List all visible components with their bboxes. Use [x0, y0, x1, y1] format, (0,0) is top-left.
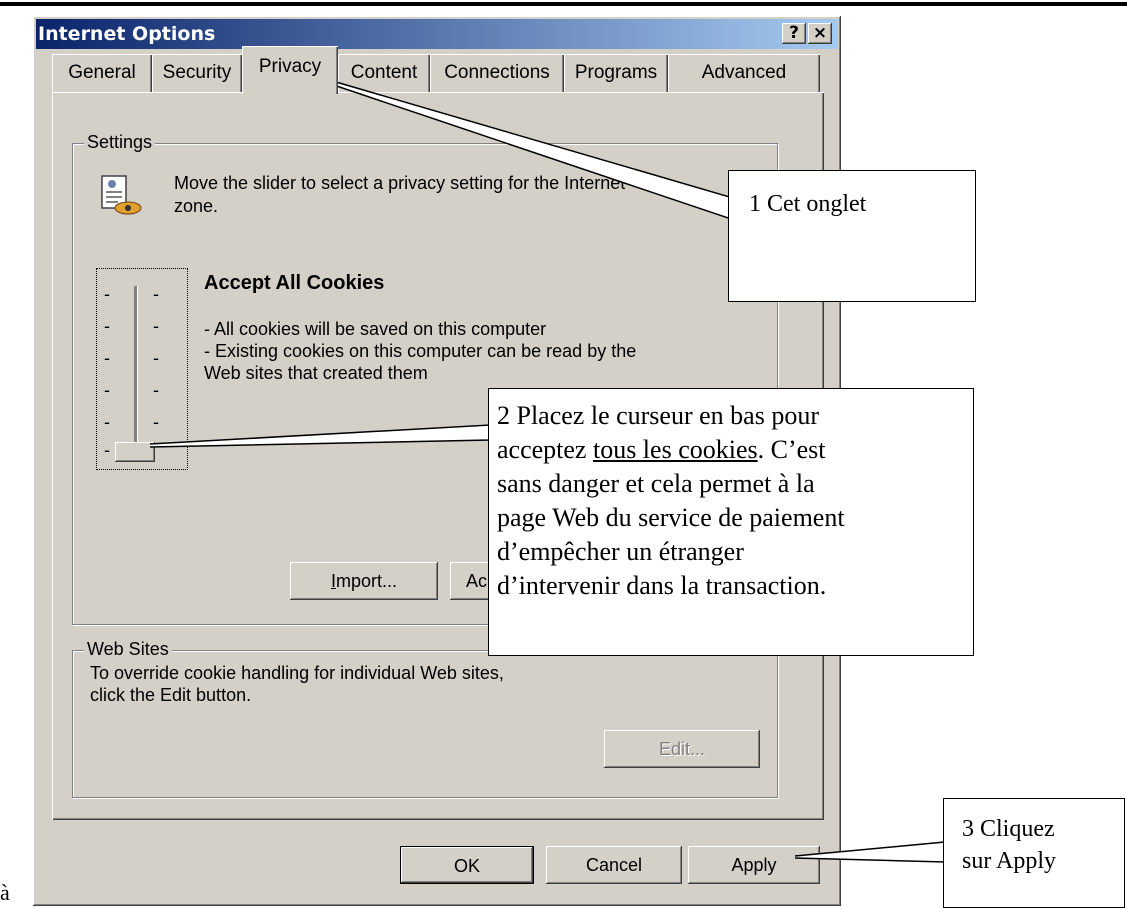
page-top-edge	[0, 0, 1127, 6]
slider-tick: -	[104, 316, 110, 336]
privacy-level-title: Accept All Cookies	[204, 272, 385, 294]
tab-connections[interactable]: Connections	[430, 54, 564, 92]
privacy-desc-line3: Web sites that created them	[204, 363, 428, 383]
slider-tick: -	[153, 412, 159, 432]
settings-legend: Settings	[84, 132, 156, 153]
web-sites-line1: To override cookie handling for individu…	[90, 663, 504, 683]
import-button[interactable]: Import...	[290, 562, 438, 600]
privacy-slider-track[interactable]	[134, 286, 138, 456]
import-button-label: mport...	[336, 571, 398, 591]
callout-2-underlined: tous les cookies	[592, 435, 758, 464]
privacy-icon	[101, 175, 142, 215]
apply-button[interactable]: Apply	[688, 846, 820, 884]
settings-intro-line1: Move the slider to select a privacy sett…	[174, 173, 626, 193]
privacy-desc-line2: - Existing cookies on this computer can …	[204, 341, 637, 361]
web-sites-line2: click the Edit button.	[90, 685, 252, 705]
ok-button[interactable]: OK	[400, 846, 534, 884]
callout-2-line1: 2 Placez le curseur en bas pour	[497, 401, 819, 430]
tab-privacy[interactable]: Privacy	[242, 46, 338, 94]
slider-tick: -	[104, 284, 110, 304]
close-button[interactable]: ×	[808, 23, 832, 44]
slider-tick: -	[104, 440, 110, 460]
slider-tick: -	[104, 348, 110, 368]
slider-tick: -	[153, 348, 159, 368]
tab-programs[interactable]: Programs	[564, 54, 668, 92]
tab-content[interactable]: Content	[338, 54, 430, 92]
slider-tick: -	[153, 316, 159, 336]
tab-general[interactable]: General	[52, 54, 152, 92]
web-sites-legend: Web Sites	[84, 639, 172, 660]
callout-2-line2: acceptez tous les cookies. C’est	[497, 435, 826, 464]
callout-1-text: 1 Cet onglet	[749, 191, 867, 217]
privacy-desc-line1: - All cookies will be saved on this comp…	[204, 319, 547, 339]
callout-2-line4: page Web du service de paiement	[497, 503, 845, 532]
settings-intro-line2: zone.	[174, 196, 219, 216]
callout-2-line5: d’empêcher un étranger	[497, 537, 744, 566]
help-button[interactable]: ?	[782, 23, 806, 44]
title-bar[interactable]: Internet Options ? ×	[36, 19, 838, 49]
stray-text: à	[0, 880, 10, 905]
edit-button[interactable]: Edit...	[604, 730, 760, 768]
callout-3: 3 Cliquez sur Apply	[943, 798, 1125, 908]
privacy-slider-thumb[interactable]	[115, 442, 155, 462]
slider-tick: -	[153, 284, 159, 304]
callout-2-line6: d’intervenir dans la transaction.	[497, 571, 827, 600]
callout-3-line1: 3 Cliquez	[962, 816, 1055, 842]
slider-tick: -	[104, 380, 110, 400]
tab-advanced[interactable]: Advanced	[668, 54, 820, 92]
callout-2: 2 Placez le curseur en bas pour acceptez…	[488, 388, 974, 656]
callout-1: 1 Cet onglet	[728, 170, 976, 302]
slider-tick: -	[104, 412, 110, 432]
tab-security[interactable]: Security	[152, 54, 242, 92]
callout-2-line3: sans danger et cela permet à la	[497, 469, 815, 498]
callout-3-line2: sur Apply	[962, 848, 1057, 874]
cancel-button[interactable]: Cancel	[546, 846, 682, 884]
slider-tick: -	[153, 380, 159, 400]
window-title: Internet Options	[38, 23, 216, 45]
